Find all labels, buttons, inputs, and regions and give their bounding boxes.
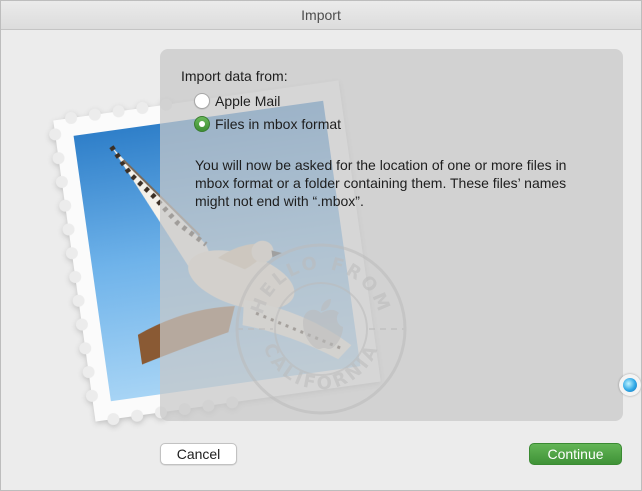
radio-button-selected[interactable] — [194, 116, 210, 132]
radio-mbox-files[interactable]: Files in mbox format — [194, 114, 341, 134]
siri-icon[interactable] — [619, 374, 641, 396]
cancel-button[interactable]: Cancel — [160, 443, 237, 465]
import-dialog: Import Import data from: Apple Mail File… — [0, 0, 642, 491]
import-description: You will now be asked for the location o… — [195, 157, 567, 209]
radio-label-apple-mail: Apple Mail — [215, 93, 281, 109]
radio-apple-mail[interactable]: Apple Mail — [194, 91, 280, 111]
import-source-heading: Import data from: — [181, 68, 288, 84]
radio-label-mbox-files: Files in mbox format — [215, 116, 342, 132]
radio-button-unselected[interactable] — [194, 93, 210, 109]
window-title: Import — [1, 1, 641, 30]
continue-button[interactable]: Continue — [529, 443, 622, 465]
